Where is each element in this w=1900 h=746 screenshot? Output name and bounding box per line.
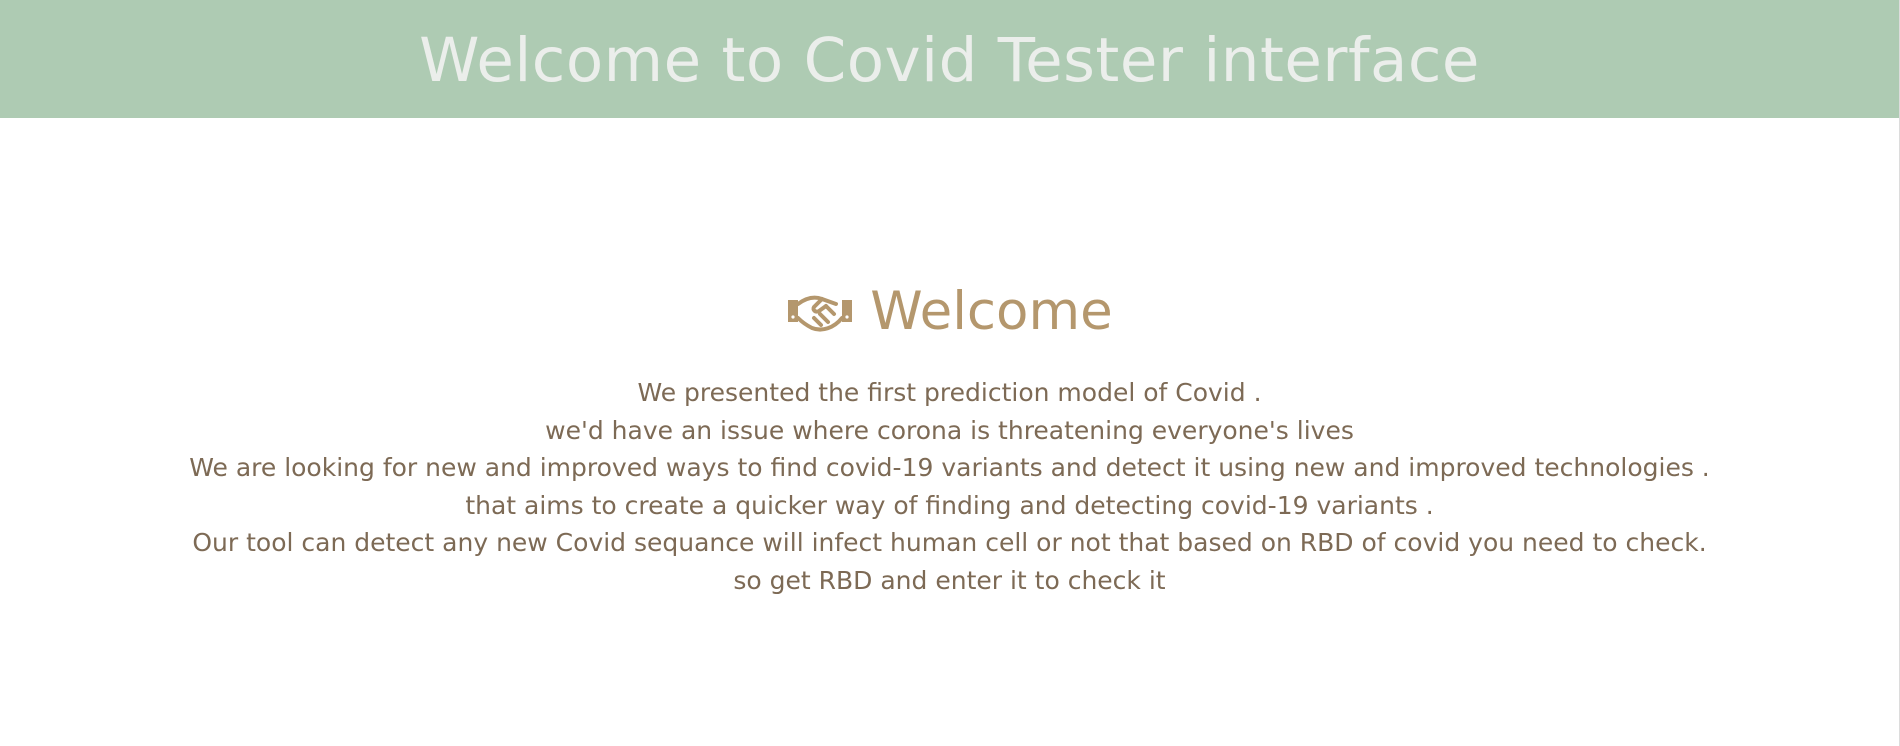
intro-line: We presented the first prediction model … xyxy=(637,378,1262,407)
page-title: Welcome to Covid Tester interface xyxy=(419,24,1480,96)
top-banner: Welcome to Covid Tester interface xyxy=(0,0,1899,118)
intro-paragraph: We presented the first prediction model … xyxy=(0,374,1899,599)
intro-line: so get RBD and enter it to check it xyxy=(733,565,1166,595)
welcome-heading-label: Welcome xyxy=(870,281,1113,342)
intro-line: We are looking for new and improved ways… xyxy=(189,453,1710,482)
intro-line: Our tool can detect any new Covid sequan… xyxy=(192,528,1707,557)
welcome-heading: Welcome xyxy=(786,281,1113,342)
welcome-section: Welcome We presented the first predictio… xyxy=(0,285,1899,599)
intro-line: that aims to create a quicker way of fin… xyxy=(465,490,1434,520)
intro-line: we'd have an issue where corona is threa… xyxy=(545,415,1354,445)
handshake-icon xyxy=(786,290,854,334)
page: Welcome to Covid Tester interface Welcom… xyxy=(0,0,1900,746)
